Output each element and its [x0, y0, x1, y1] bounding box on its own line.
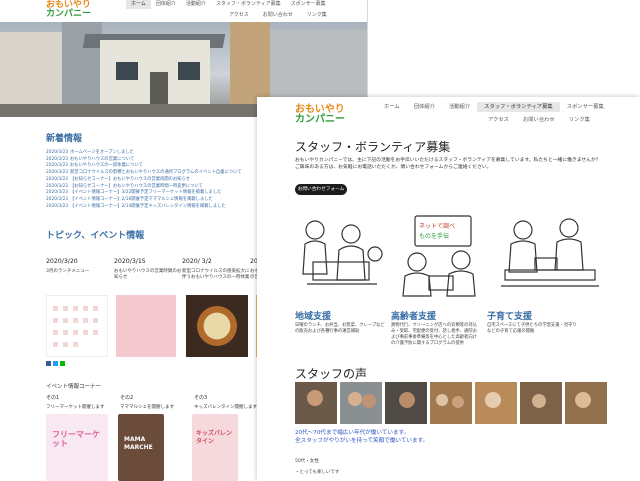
nav-about[interactable]: 団体紹介 — [151, 0, 181, 9]
nav-sponsor[interactable]: スポンサー募集 — [286, 0, 331, 9]
intro-text: おもいやりカンパニーでは、主に下記の活動をお手伝いいただけるスタッフ・ボランティ… — [295, 158, 601, 170]
nav-staff[interactable]: スタッフ・ボランティア募集 — [477, 102, 560, 112]
childcare-illustration — [501, 218, 599, 287]
svg-text:ものを手伝: ものを手伝 — [419, 232, 449, 240]
menu-calendar-thumb[interactable] — [46, 295, 108, 357]
twitter-icon[interactable] — [53, 361, 58, 366]
svg-text:ネットで調べ: ネットで調べ — [419, 222, 455, 230]
category-desc-childcare: 自宅スペースにて子供たちの学習支援・見守りなどの子育て応援の開催 — [487, 323, 577, 334]
staff-photo — [295, 382, 337, 424]
news-row[interactable]: 2020/3/23 新型コロナウイルスの影響とおもいやりハウスの通所プログラムのイ… — [46, 170, 242, 177]
home-nav-secondary: アクセス お問い合わせ リンク集 — [222, 10, 334, 19]
nav-staff[interactable]: スタッフ・ボランティア募集 — [211, 0, 286, 9]
staff-voice-summary: 20代〜70代まで幅広い年代が働いています。 全スタッフがやりがいを持って笑顔で… — [295, 429, 428, 445]
nav-about[interactable]: 団体紹介 — [407, 102, 442, 112]
share-buttons — [46, 361, 67, 366]
staff-photo — [385, 382, 427, 424]
topic-card[interactable]: 2020/ 3/2 新型コロナウイルスの感染拡大に伴うおもいやりハウスの一時休業 — [182, 258, 250, 281]
event-columns: その1 フリーマーケット開催します その2 マママルシェを開催します その3 キッズバ… — [46, 394, 268, 410]
category-title-community: 地域支援 — [295, 312, 332, 322]
nav-contact[interactable]: お問い合わせ — [516, 115, 562, 123]
mama-marche-flyer[interactable]: MAMA MARCHE — [118, 414, 164, 481]
staff-voice-title: スタッフの声 — [295, 367, 368, 381]
community-illustration — [302, 220, 383, 285]
topic-columns: 2020/3/20 3月のランチメニュー 2020/3/15 おもいやりハウスの営業… — [46, 258, 290, 281]
staff-photo — [520, 382, 562, 424]
category-title-childcare: 子育て支援 — [487, 312, 533, 322]
staff-photo — [340, 382, 382, 424]
staff-photo — [565, 382, 607, 424]
nav-activities[interactable]: 活動紹介 — [181, 0, 211, 9]
contact-form-button[interactable]: お問い合わせフォーム — [295, 184, 347, 195]
food-photo-thumb[interactable] — [186, 295, 248, 357]
nav-activities[interactable]: 活動紹介 — [442, 102, 477, 112]
topics-title: トピック、イベント情報 — [46, 231, 145, 241]
nav-sponsor[interactable]: スポンサー募集 — [560, 102, 611, 112]
nav-home[interactable]: ホーム — [377, 102, 407, 112]
news-row[interactable]: 2020/3/23 【イベント情報コーナー】2/14開催予定キッズバレンタイン情報… — [46, 204, 242, 211]
topic-card[interactable]: 2020/3/15 おもいやりハウスの営業時間のお知らせ — [114, 258, 182, 281]
flea-market-flyer[interactable]: フリーマーケット — [46, 414, 108, 481]
category-desc-senior: 買物代行、クリーニング店への衣類等の持込み・受取、宅配便の受付、話し相手、通院お… — [391, 323, 477, 346]
logo-line2: カンパニー — [295, 114, 345, 125]
event-card[interactable]: その1 フリーマーケット開催します — [46, 394, 120, 410]
voice-author: 50代・女性 — [295, 459, 319, 464]
nav-links[interactable]: リンク集 — [300, 10, 334, 19]
news-row[interactable]: 2020/3/23 【イベント情報コーナー】2/16開催予定マママルシェ情報を掲載… — [46, 197, 242, 204]
page-title: スタッフ・ボランティア募集 — [295, 140, 451, 154]
staff-photo — [475, 382, 517, 424]
news-list: 2020/3/23 ホームページをオープンしました 2020/3/23 おもいやりハ… — [46, 150, 242, 210]
news-row[interactable]: 2020/3/23 ホームページをオープンしました — [46, 150, 242, 157]
staff-page-window: おもいやり カンパニー ホーム 団体紹介 活動紹介 スタッフ・ボランティア募集 … — [257, 97, 640, 481]
category-desc-community: 日曜のランチ、お弁当、お惣菜、クレープなどの販売および各種行事の運営補助 — [295, 323, 385, 334]
site-logo[interactable]: おもいやり カンパニー — [295, 105, 345, 125]
news-row[interactable]: 2020/3/23 【お知らせコーナー】おもいやりハウスの営業再開のお知らせ — [46, 177, 242, 184]
nav-home[interactable]: ホーム — [126, 0, 151, 9]
nav-links[interactable]: リンク集 — [562, 115, 597, 123]
nav-contact[interactable]: お問い合わせ — [256, 10, 300, 19]
voice-comment: ・とっても楽しいです — [295, 470, 340, 475]
home-header: おもいやり カンパニー ホーム 団体紹介 活動紹介 スタッフ・ボランティア募集 … — [0, 0, 367, 22]
topic-card[interactable]: 2020/3/20 3月のランチメニュー — [46, 258, 114, 281]
staff-photo-strip — [295, 382, 610, 424]
staff-photo — [430, 382, 472, 424]
logo-line2: カンパニー — [46, 9, 92, 19]
facebook-icon[interactable] — [46, 361, 51, 366]
event-corner-heading: イベント情報コーナー — [46, 384, 102, 390]
category-title-senior: 高齢者支援 — [391, 312, 437, 322]
nav-access[interactable]: アクセス — [222, 10, 256, 19]
voice-line-2: 全スタッフがやりがいを持って笑顔で働いています。 — [295, 438, 429, 444]
line-icon[interactable] — [60, 361, 65, 366]
event-card[interactable]: その2 マママルシェを開催します — [120, 394, 194, 410]
home-nav-primary: ホーム 団体紹介 活動紹介 スタッフ・ボランティア募集 スポンサー募集 — [126, 0, 331, 9]
staff-nav-primary: ホーム 団体紹介 活動紹介 スタッフ・ボランティア募集 スポンサー募集 — [377, 102, 611, 112]
voice-line-1: 20代〜70代まで幅広い年代が働いています。 — [295, 430, 410, 436]
hours-thumb[interactable] — [116, 295, 176, 357]
news-row[interactable]: 2020/3/23 【イベント情報コーナー】3/22開催予定フリーマーケット情報を… — [46, 190, 242, 197]
site-logo[interactable]: おもいやり カンパニー — [46, 1, 91, 19]
staff-nav-secondary: アクセス お問い合わせ リンク集 — [481, 115, 597, 123]
senior-support-illustration: ネットで調べ ものを手伝 — [402, 215, 476, 297]
news-title: 新着情報 — [46, 134, 83, 144]
kids-valentine-flyer[interactable]: キッズバレンタイン — [192, 414, 238, 481]
nav-access[interactable]: アクセス — [481, 115, 516, 123]
